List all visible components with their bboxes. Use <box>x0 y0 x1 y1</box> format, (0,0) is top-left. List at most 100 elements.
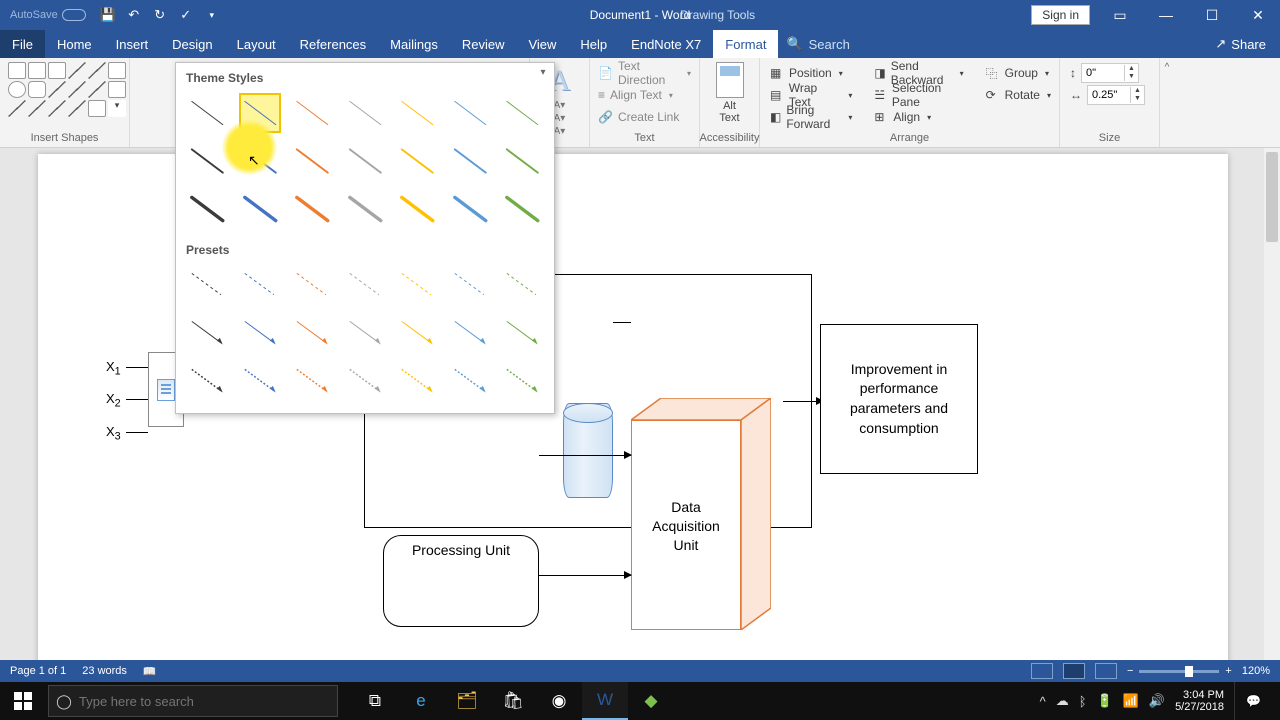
theme-style-swatch[interactable] <box>344 189 387 229</box>
shapes-gallery[interactable]: ▾ <box>8 62 121 117</box>
preset-style-swatch[interactable] <box>186 265 229 305</box>
volume-icon[interactable]: 🔊 <box>1149 693 1165 709</box>
print-layout-button[interactable] <box>1063 663 1085 679</box>
read-mode-button[interactable] <box>1031 663 1053 679</box>
spellcheck-status-icon[interactable]: 📖 <box>143 665 157 678</box>
text-outline-icon[interactable]: A▾ <box>554 113 566 124</box>
page-count[interactable]: Page 1 of 1 <box>10 665 66 677</box>
battery-icon[interactable]: 🔋 <box>1097 693 1113 709</box>
tab-file[interactable]: File <box>0 30 45 58</box>
cube-shape[interactable]: DataAcquisitionUnit <box>631 398 771 632</box>
tab-format[interactable]: Format <box>713 30 778 58</box>
theme-style-swatch[interactable] <box>396 189 439 229</box>
zoom-level[interactable]: 120% <box>1242 665 1270 677</box>
connector[interactable] <box>613 322 631 323</box>
tab-home[interactable]: Home <box>45 30 104 58</box>
clock[interactable]: 3:04 PM5/27/2018 <box>1175 689 1224 713</box>
undo-icon[interactable]: ↶ <box>126 7 142 23</box>
output-rect-shape[interactable]: Improvement in performance parameters an… <box>820 324 978 474</box>
word-icon[interactable]: W <box>582 682 628 720</box>
store-icon[interactable]: 🛍 <box>490 682 536 720</box>
theme-style-swatch[interactable] <box>239 189 282 229</box>
tell-me-search[interactable]: 🔍 Search <box>786 30 849 58</box>
onedrive-icon[interactable]: ☁ <box>1056 693 1069 709</box>
gallery-dropdown-icon[interactable]: ▾ <box>536 67 550 81</box>
start-button[interactable] <box>0 682 46 720</box>
theme-style-swatch[interactable] <box>291 93 334 133</box>
vertical-scrollbar[interactable] <box>1264 148 1280 682</box>
theme-style-swatch[interactable] <box>186 189 229 229</box>
wifi-icon[interactable]: 📶 <box>1123 693 1139 709</box>
share-button[interactable]: ↗ Share <box>1201 30 1280 58</box>
preset-style-swatch[interactable] <box>396 361 439 401</box>
tab-insert[interactable]: Insert <box>104 30 161 58</box>
bluetooth-icon[interactable]: ᛒ <box>1079 694 1087 709</box>
connector[interactable] <box>126 367 148 368</box>
text-effects-icon[interactable]: A▾ <box>554 126 566 137</box>
sign-in-button[interactable]: Sign in <box>1031 5 1090 25</box>
width-input[interactable]: ▲▼ <box>1087 85 1145 105</box>
preset-style-swatch[interactable] <box>344 265 387 305</box>
tray-chevron-icon[interactable]: ^ <box>1040 694 1046 709</box>
preset-style-swatch[interactable] <box>239 313 282 353</box>
arrow-connector[interactable] <box>783 401 823 402</box>
theme-style-swatch[interactable] <box>344 93 387 133</box>
selection-pane-button[interactable]: ☱Selection Pane <box>872 84 963 106</box>
alt-text-button[interactable] <box>716 62 744 98</box>
preset-style-swatch[interactable] <box>291 361 334 401</box>
tab-layout[interactable]: Layout <box>225 30 288 58</box>
autosave-toggle[interactable]: AutoSave <box>10 9 86 21</box>
theme-style-swatch[interactable] <box>186 141 229 181</box>
theme-style-swatch[interactable] <box>449 189 492 229</box>
height-input[interactable]: ▲▼ <box>1081 63 1139 83</box>
collapse-ribbon-icon[interactable]: ^ <box>1160 58 1174 147</box>
theme-style-swatch[interactable] <box>186 93 229 133</box>
app-icon[interactable]: ◆ <box>628 682 674 720</box>
theme-style-swatch[interactable] <box>291 141 334 181</box>
preset-style-swatch[interactable] <box>344 361 387 401</box>
ribbon-options-icon[interactable]: ▭ <box>1098 0 1142 30</box>
preset-style-swatch[interactable] <box>239 361 282 401</box>
arrow-connector[interactable] <box>539 575 631 576</box>
theme-style-swatch[interactable] <box>449 141 492 181</box>
theme-style-swatch[interactable] <box>396 141 439 181</box>
preset-style-swatch[interactable] <box>501 265 544 305</box>
theme-style-swatch[interactable] <box>501 141 544 181</box>
tab-design[interactable]: Design <box>160 30 224 58</box>
preset-style-swatch[interactable] <box>239 265 282 305</box>
zoom-out-icon[interactable]: − <box>1127 665 1133 677</box>
align-text-button[interactable]: ≡Align Text▾ <box>598 84 691 106</box>
redo-icon[interactable]: ↻ <box>152 7 168 23</box>
web-layout-button[interactable] <box>1095 663 1117 679</box>
edge-icon[interactable]: e <box>398 682 444 720</box>
theme-style-swatch[interactable] <box>501 189 544 229</box>
tab-mailings[interactable]: Mailings <box>378 30 450 58</box>
maximize-button[interactable]: ☐ <box>1190 0 1234 30</box>
taskbar-search-input[interactable] <box>79 694 337 709</box>
zoom-slider[interactable]: − + <box>1127 665 1232 677</box>
theme-style-swatch[interactable] <box>344 141 387 181</box>
connector[interactable] <box>126 432 148 433</box>
theme-style-swatch[interactable] <box>501 93 544 133</box>
chrome-icon[interactable]: ◉ <box>536 682 582 720</box>
theme-style-swatch[interactable] <box>239 141 282 181</box>
taskbar-search[interactable]: ◯ <box>48 685 338 717</box>
preset-style-swatch[interactable] <box>449 313 492 353</box>
file-explorer-icon[interactable]: 🗂 <box>444 682 490 720</box>
theme-style-swatch[interactable] <box>291 189 334 229</box>
text-direction-button[interactable]: 📄Text Direction▾ <box>598 62 691 84</box>
spellcheck-icon[interactable]: ✓ <box>178 7 194 23</box>
align-button[interactable]: ⊞Align▾ <box>872 106 963 128</box>
action-center-icon[interactable]: 💬 <box>1234 682 1272 720</box>
text-fill-icon[interactable]: A▾ <box>554 100 566 111</box>
preset-style-swatch[interactable] <box>186 313 229 353</box>
group-button[interactable]: ⿻Group▾ <box>984 62 1051 84</box>
theme-style-swatch[interactable] <box>396 93 439 133</box>
create-link-button[interactable]: 🔗Create Link <box>598 106 691 128</box>
connector[interactable] <box>126 399 148 400</box>
preset-style-swatch[interactable] <box>291 313 334 353</box>
rotate-button[interactable]: ⟳Rotate▾ <box>984 84 1051 106</box>
tab-review[interactable]: Review <box>450 30 517 58</box>
cylinder-shape[interactable] <box>563 403 613 498</box>
qat-more-icon[interactable]: ▾ <box>204 10 220 21</box>
